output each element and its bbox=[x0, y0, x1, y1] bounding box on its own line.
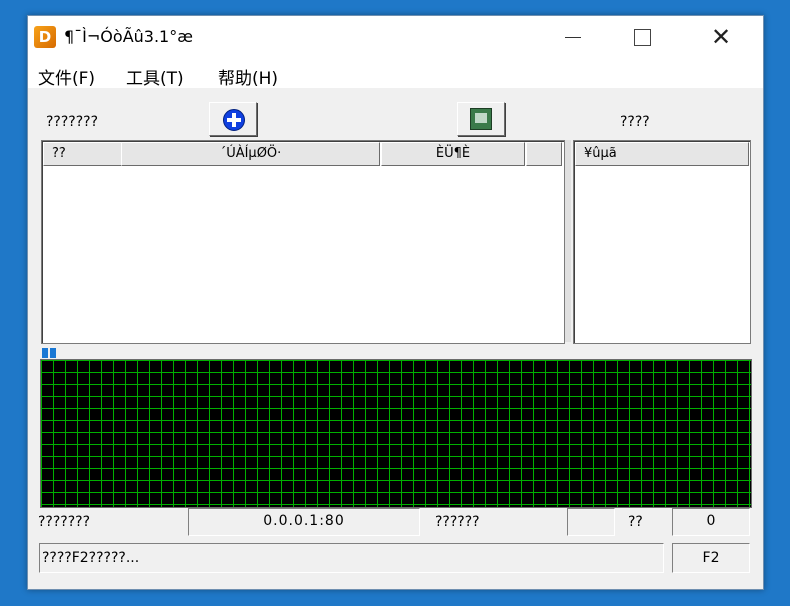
minimize-button[interactable] bbox=[550, 16, 596, 58]
column-header-status[interactable]: ÈÜ¶È bbox=[381, 142, 525, 166]
close-icon: ✕ bbox=[710, 23, 732, 51]
menu-tools[interactable]: 工具(T) bbox=[126, 64, 184, 89]
column-header-side[interactable]: ¥ûµã bbox=[575, 142, 749, 166]
menu-bar: 文件(F) 工具(T) 帮助(H) bbox=[28, 58, 763, 89]
status-message: ????F2?????... bbox=[39, 543, 664, 573]
list-header: ?? ´ÚÀÍµØÖ· ÈÜ¶È bbox=[43, 142, 563, 166]
settings-icon bbox=[470, 108, 492, 130]
app-window: D ¶¯Ì¬ÓòÃû3.1°æ ✕ 文件(F) 工具(T) 帮助(H) ????… bbox=[27, 15, 764, 590]
title-bar[interactable]: D ¶¯Ì¬ÓòÃû3.1°æ ✕ bbox=[28, 16, 763, 58]
plus-circle-icon bbox=[223, 109, 245, 131]
column-header-1[interactable]: ?? bbox=[43, 142, 128, 166]
status-label-2: ?????? bbox=[435, 514, 480, 530]
status-label-1: ??????? bbox=[38, 514, 91, 530]
menu-file[interactable]: 文件(F) bbox=[38, 64, 95, 89]
status-field-empty bbox=[567, 508, 615, 536]
side-list[interactable]: ¥ûµã bbox=[573, 140, 751, 344]
column-header-address[interactable]: ´ÚÀÍµØÖ· bbox=[121, 142, 380, 166]
side-list-header: ¥ûµã bbox=[575, 142, 790, 166]
column-header-4[interactable] bbox=[526, 142, 562, 166]
splitter[interactable] bbox=[565, 140, 571, 342]
minimize-icon bbox=[565, 36, 581, 38]
config-button[interactable] bbox=[457, 102, 505, 136]
progress-segment bbox=[42, 348, 48, 358]
domain-list[interactable]: ?? ´ÚÀÍµØÖ· ÈÜ¶È bbox=[41, 140, 565, 344]
traffic-graph bbox=[40, 359, 752, 508]
app-icon: D bbox=[34, 26, 56, 48]
maximize-button[interactable] bbox=[619, 16, 665, 58]
hotkey-field: F2 bbox=[672, 543, 750, 573]
menu-help[interactable]: 帮助(H) bbox=[218, 64, 278, 89]
address-field: 0.0.0.1:80 bbox=[188, 508, 420, 536]
window-title: ¶¯Ì¬ÓòÃû3.1°æ bbox=[64, 27, 193, 46]
side-list-label: ???? bbox=[620, 114, 650, 130]
list-label: ??????? bbox=[46, 114, 99, 130]
status-label-3: ?? bbox=[628, 514, 643, 530]
add-button[interactable] bbox=[209, 102, 257, 136]
progress-segment bbox=[50, 348, 56, 358]
count-field: 0 bbox=[672, 508, 750, 536]
close-button[interactable]: ✕ bbox=[698, 16, 744, 58]
maximize-icon bbox=[633, 28, 651, 46]
